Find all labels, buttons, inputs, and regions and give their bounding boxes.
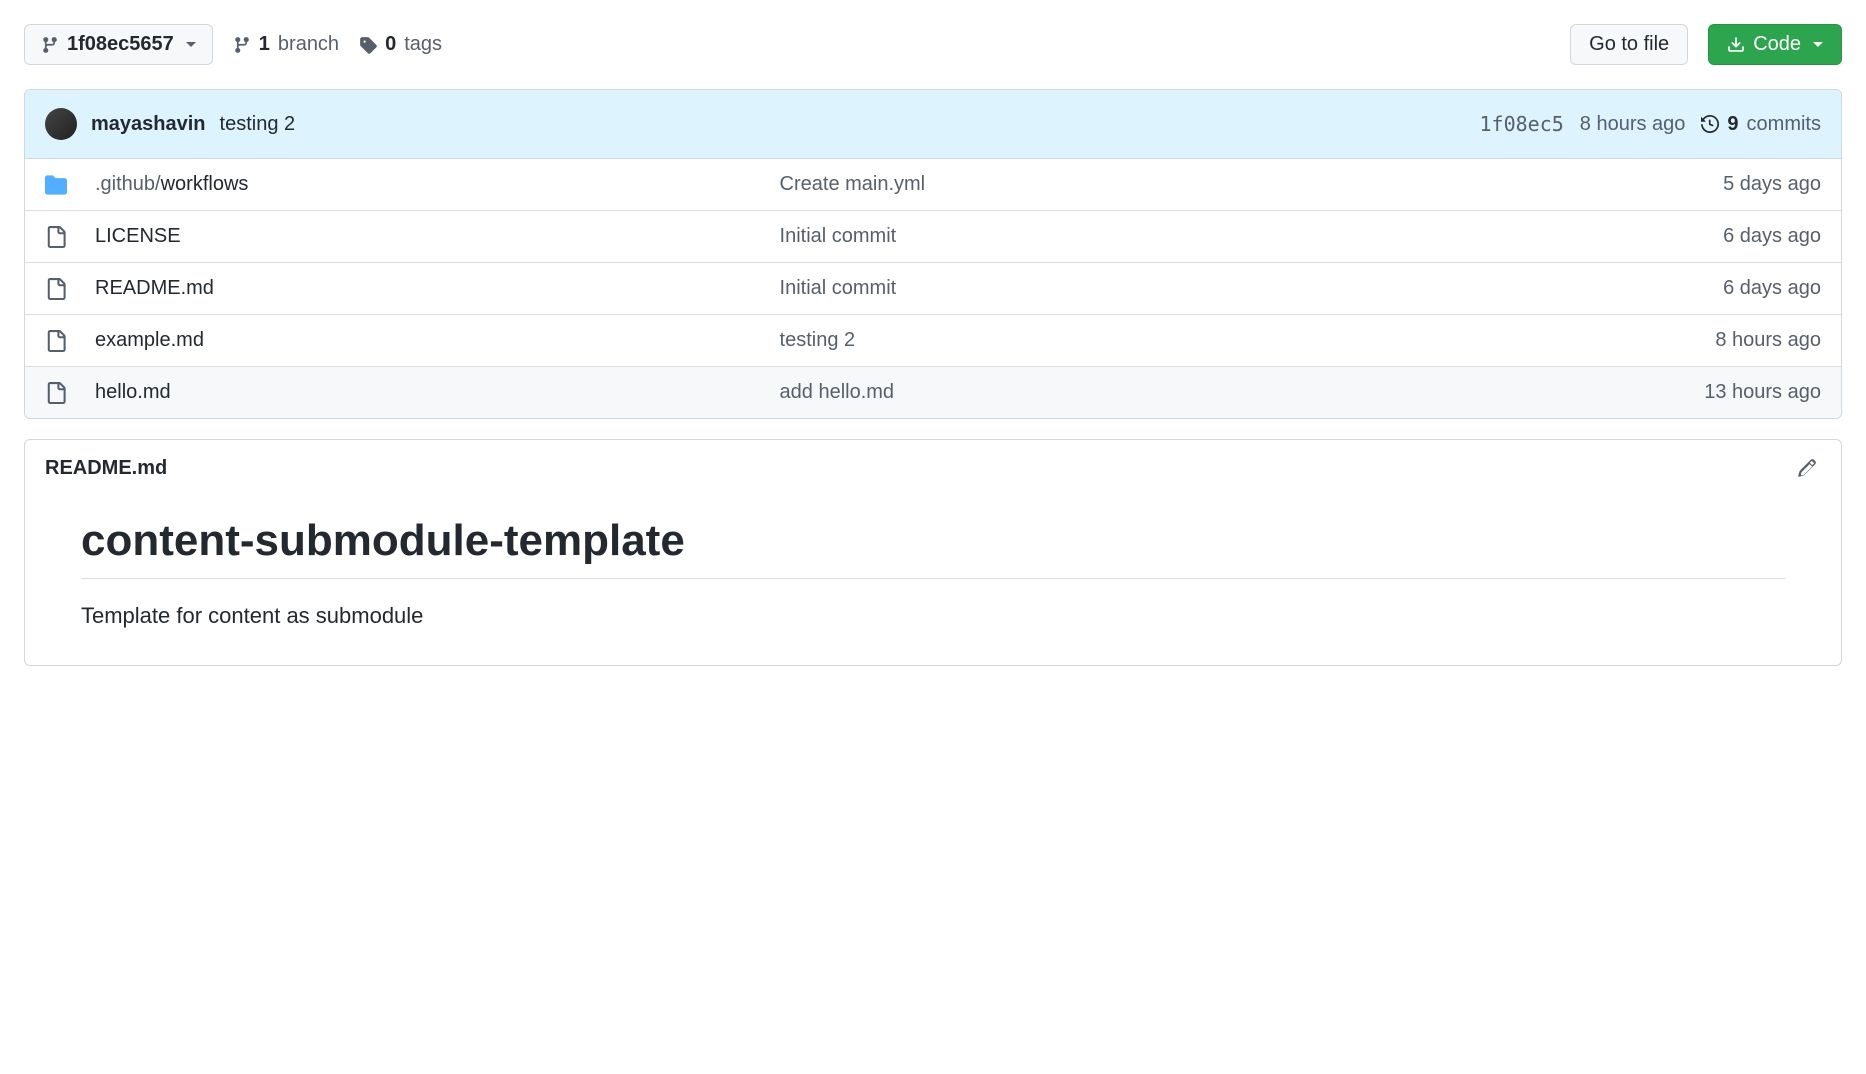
go-to-file-label: Go to file: [1589, 33, 1669, 56]
readme-filename[interactable]: README.md: [45, 457, 167, 480]
go-to-file-button[interactable]: Go to file: [1570, 24, 1688, 65]
file-commit-message[interactable]: Create main.yml: [780, 173, 1601, 196]
file-name[interactable]: hello.md: [95, 381, 780, 404]
branch-selector-button[interactable]: 1f08ec5657: [24, 24, 213, 65]
readme-box: README.md content-submodule-template Tem…: [24, 439, 1842, 666]
readme-heading: content-submodule-template: [81, 516, 1785, 579]
tags-label: tags: [404, 33, 442, 56]
file-icon: [45, 330, 67, 352]
branches-link[interactable]: 1 branch: [233, 33, 339, 56]
file-row: LICENSEInitial commit6 days ago: [25, 210, 1841, 262]
code-button-label: Code: [1753, 33, 1801, 56]
commit-author[interactable]: mayashavin: [91, 113, 206, 136]
commit-time: 8 hours ago: [1580, 113, 1686, 136]
file-time: 8 hours ago: [1601, 329, 1821, 352]
file-row: hello.mdadd hello.md13 hours ago: [25, 366, 1841, 418]
branch-ref-label: 1f08ec5657: [67, 33, 174, 56]
file-commit-message[interactable]: add hello.md: [780, 381, 1601, 404]
file-commit-message[interactable]: testing 2: [780, 329, 1601, 352]
tags-count: 0: [385, 33, 396, 56]
file-commit-message[interactable]: Initial commit: [780, 225, 1601, 248]
commits-label: commits: [1747, 113, 1821, 136]
file-row: example.mdtesting 28 hours ago: [25, 314, 1841, 366]
file-row: README.mdInitial commit6 days ago: [25, 262, 1841, 314]
history-icon: [1701, 115, 1719, 133]
readme-description: Template for content as submodule: [81, 603, 1785, 629]
tags-link[interactable]: 0 tags: [359, 33, 442, 56]
file-commit-message[interactable]: Initial commit: [780, 277, 1601, 300]
file-time: 6 days ago: [1601, 225, 1821, 248]
file-icon: [45, 382, 67, 404]
branches-label: branch: [278, 33, 339, 56]
file-time: 13 hours ago: [1601, 381, 1821, 404]
pencil-icon: [1797, 458, 1817, 478]
chevron-down-icon: [186, 42, 196, 47]
file-name[interactable]: README.md: [95, 277, 780, 300]
git-branch-icon: [41, 36, 59, 54]
commit-message[interactable]: testing 2: [220, 113, 296, 136]
files-box: mayashavin testing 2 1f08ec5 8 hours ago…: [24, 89, 1842, 419]
commits-link[interactable]: 9 commits: [1701, 113, 1821, 136]
code-button[interactable]: Code: [1708, 24, 1842, 65]
file-time: 5 days ago: [1601, 173, 1821, 196]
repo-header-bar: 1f08ec5657 1 branch 0 tags Go to file Co…: [24, 24, 1842, 65]
file-icon: [45, 226, 67, 248]
commits-count: 9: [1727, 113, 1738, 136]
edit-readme-button[interactable]: [1793, 454, 1821, 482]
git-branch-icon: [233, 36, 251, 54]
file-time: 6 days ago: [1601, 277, 1821, 300]
branches-count: 1: [259, 33, 270, 56]
file-row: .github/workflowsCreate main.yml5 days a…: [25, 159, 1841, 210]
file-icon: [45, 278, 67, 300]
avatar[interactable]: [45, 108, 77, 140]
download-icon: [1727, 36, 1745, 54]
file-name[interactable]: .github/workflows: [95, 173, 780, 196]
chevron-down-icon: [1813, 42, 1823, 47]
latest-commit-header: mayashavin testing 2 1f08ec5 8 hours ago…: [25, 90, 1841, 159]
tag-icon: [359, 36, 377, 54]
file-name[interactable]: LICENSE: [95, 225, 780, 248]
file-name[interactable]: example.md: [95, 329, 780, 352]
commit-sha[interactable]: 1f08ec5: [1479, 112, 1563, 136]
folder-icon: [45, 174, 67, 196]
